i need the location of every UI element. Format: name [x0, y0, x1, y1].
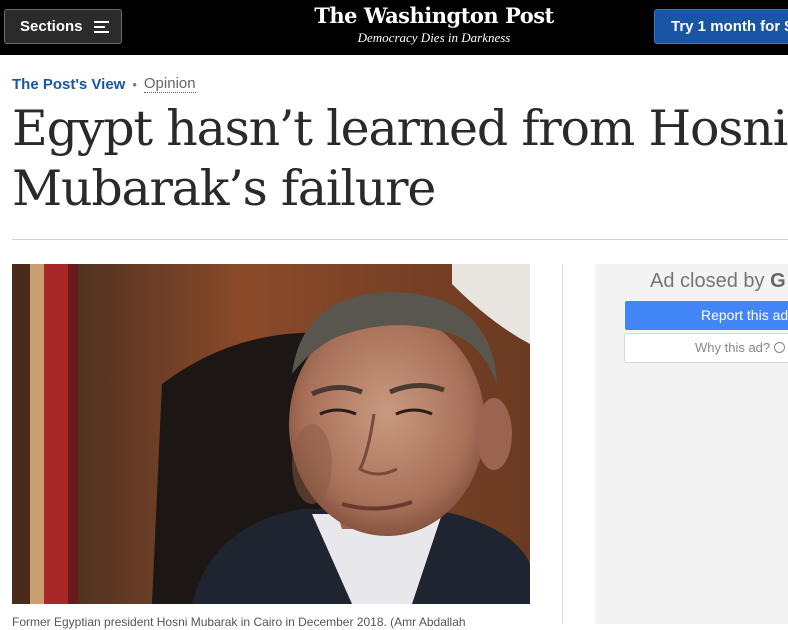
subscribe-button[interactable]: Try 1 month for $: [654, 9, 788, 44]
report-ad-button[interactable]: Report this ad: [625, 301, 788, 330]
photo-caption: Former Egyptian president Hosni Mubarak …: [12, 615, 466, 629]
sections-button[interactable]: Sections: [4, 9, 122, 44]
info-icon: [774, 342, 786, 353]
article-photo[interactable]: [12, 264, 530, 604]
why-this-ad-button[interactable]: Why this ad?: [624, 333, 788, 363]
site-logo[interactable]: The Washington Post Democracy Dies in Da…: [300, 2, 568, 46]
logo-text: The Washington Post: [314, 3, 554, 28]
opinion-label[interactable]: Opinion: [143, 75, 196, 93]
hamburger-icon: [93, 20, 109, 33]
ad-closed-text: Ad closed by: [650, 270, 765, 292]
ad-closed-brand: G: [770, 270, 786, 292]
ad-container: Ad closed by G Report this ad Why this a…: [595, 264, 788, 624]
ad-closed-message: Ad closed by G: [650, 270, 786, 293]
tagline: Democracy Dies in Darkness: [357, 30, 511, 45]
sections-label: Sections: [20, 18, 83, 35]
article-headline: Egypt hasn’t learned from Hosni Mubarak’…: [12, 100, 788, 217]
why-this-ad-label: Why this ad?: [695, 340, 771, 355]
column-divider: [562, 264, 563, 624]
article-kicker: The Post's View • Opinion: [12, 73, 196, 95]
kicker-separator: •: [132, 76, 137, 92]
top-navigation-bar: Sections The Washington Post Democracy D…: [0, 0, 788, 55]
headline-divider: [12, 239, 788, 240]
posts-view-link[interactable]: The Post's View: [12, 76, 125, 93]
